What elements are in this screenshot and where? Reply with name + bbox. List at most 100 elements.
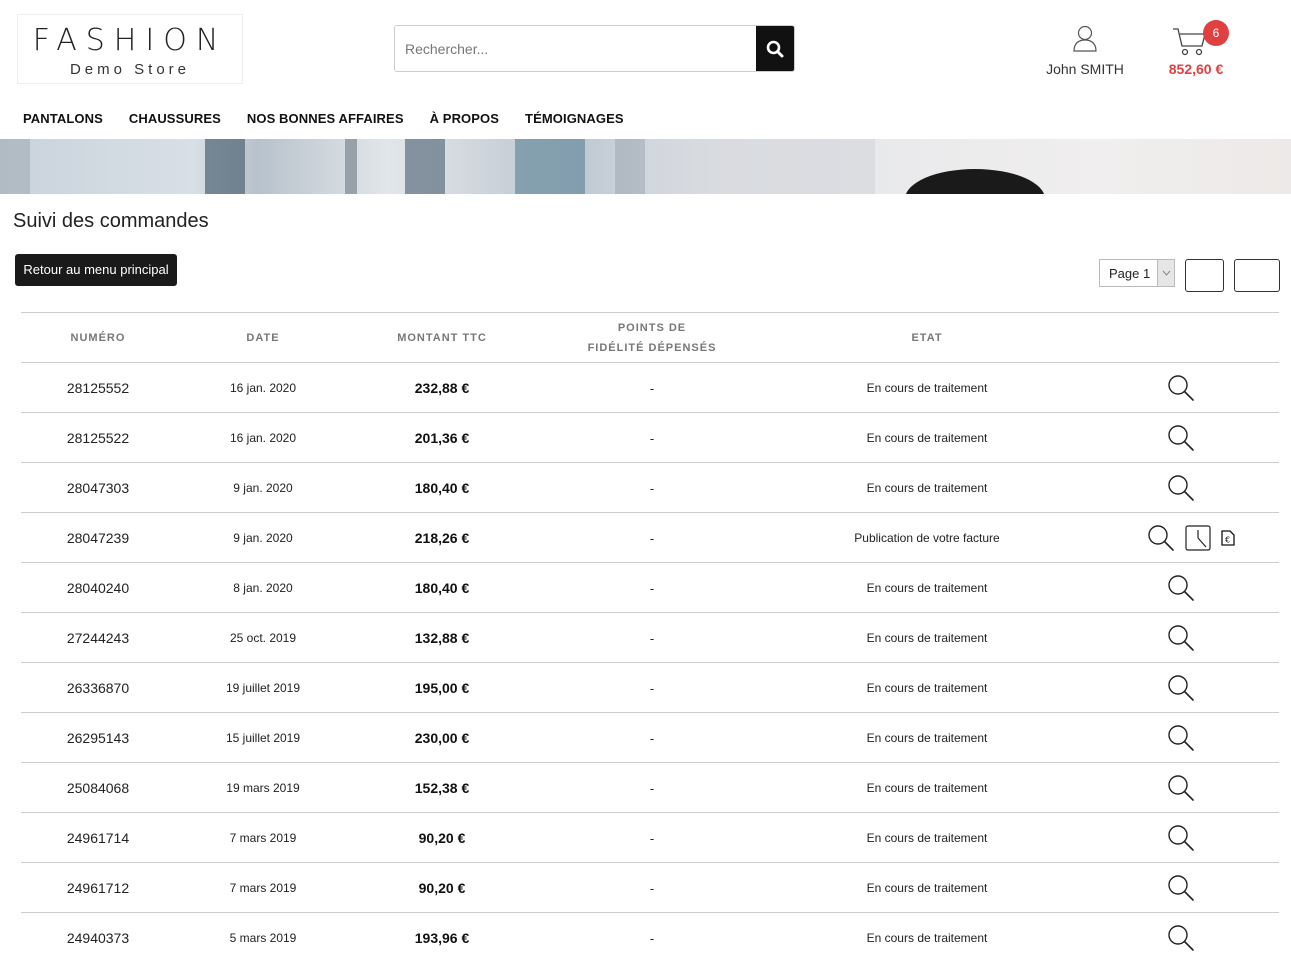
order-amount: 218,26 € [414,530,470,546]
table-row: 24961714 7 mars 2019 90,20 € - En cours … [21,813,1279,863]
hero-banner [0,139,1291,194]
order-amount: 195,00 € [414,680,470,696]
table-row: 28125552 16 jan. 2020 232,88 € - En cour… [21,363,1279,413]
search-icon [766,40,784,57]
table-row: 26295143 15 juillet 2019 230,00 € - En c… [21,713,1279,763]
magnifier-icon[interactable] [1167,674,1195,702]
magnifier-icon[interactable] [1167,474,1195,502]
order-number: 28125522 [66,430,130,446]
order-date: 19 juillet 2019 [225,681,301,695]
order-actions [1111,713,1251,763]
order-state: En cours de traitement [866,731,988,745]
clock-icon[interactable] [1185,525,1211,551]
order-number: 28125552 [66,380,130,396]
svg-text:€: € [1225,536,1230,545]
cart-count-badge: 6 [1203,20,1229,46]
order-state: En cours de traitement [866,931,988,945]
order-actions [1111,363,1251,413]
order-actions [1111,813,1251,863]
logo-sub-text: Demo Store [69,61,191,78]
order-state: En cours de traitement [866,831,988,845]
order-number: 28047303 [66,480,130,496]
magnifier-icon[interactable] [1167,824,1195,852]
magnifier-icon[interactable] [1167,924,1195,952]
magnifier-icon[interactable] [1167,374,1195,402]
order-number: 28040240 [66,580,130,596]
order-actions [1111,563,1251,613]
order-state: En cours de traitement [866,581,988,595]
order-points: - [649,730,655,746]
main-nav: PANTALONS CHAUSSURES NOS BONNES AFFAIRES… [23,111,650,126]
order-amount: 232,88 € [414,380,470,396]
order-date: 9 jan. 2020 [233,481,293,495]
order-number: 24961714 [66,830,130,846]
order-actions [1111,913,1251,959]
order-amount: 230,00 € [414,730,470,746]
user-name: John SMITH [1046,61,1124,77]
order-date: 5 mars 2019 [229,931,297,945]
table-row: 27244243 25 oct. 2019 132,88 € - En cour… [21,613,1279,663]
order-points: - [649,580,655,596]
order-points: - [649,630,655,646]
order-date: 16 jan. 2020 [229,431,297,445]
nav-item-pantalons[interactable]: PANTALONS [23,111,103,126]
magnifier-icon[interactable] [1167,624,1195,652]
magnifier-icon[interactable] [1167,774,1195,802]
order-date: 15 juillet 2019 [225,731,301,745]
magnifier-icon[interactable] [1167,874,1195,902]
user-account[interactable]: John SMITH [1040,24,1130,77]
table-row: 28125522 16 jan. 2020 201,36 € - En cour… [21,413,1279,463]
table-row: 25084068 19 mars 2019 152,38 € - En cour… [21,763,1279,813]
order-points: - [649,430,655,446]
invoice-icon[interactable]: € [1221,530,1235,546]
page-title: Suivi des commandes [13,210,209,232]
store-logo[interactable]: FASHION Demo Store [17,14,243,84]
order-points: - [649,880,655,896]
order-amount: 132,88 € [414,630,470,646]
order-date: 8 jan. 2020 [233,581,293,595]
order-points: - [649,930,655,946]
header-number: NUMÉRO [70,332,126,344]
table-row: 26336870 19 juillet 2019 195,00 € - En c… [21,663,1279,713]
prev-page-button[interactable] [1185,259,1224,292]
magnifier-icon[interactable] [1167,724,1195,752]
order-amount: 90,20 € [418,830,466,846]
magnifier-icon[interactable] [1147,524,1175,552]
order-state: En cours de traitement [866,681,988,695]
order-date: 19 mars 2019 [226,781,300,795]
order-actions: € [1131,513,1251,563]
order-points: - [649,480,655,496]
page-select[interactable]: Page 1 [1099,259,1175,287]
table-row: 28040240 8 jan. 2020 180,40 € - En cours… [21,563,1279,613]
nav-item-temoignages[interactable]: TÉMOIGNAGES [525,111,624,126]
header-points-line2: FIDÉLITÉ DÉPENSÉS [587,342,717,354]
table-row: 28047239 9 jan. 2020 218,26 € - Publicat… [21,513,1279,563]
search-input[interactable] [395,26,756,71]
nav-item-bonnes-affaires[interactable]: NOS BONNES AFFAIRES [247,111,404,126]
order-number: 26295143 [66,730,130,746]
order-points: - [649,380,655,396]
nav-item-chaussures[interactable]: CHAUSSURES [129,111,221,126]
chevron-down-icon [1157,260,1174,286]
table-header: NUMÉRO DATE MONTANT TTC POINTS DE FIDÉLIT… [21,313,1279,363]
table-row: 24961712 7 mars 2019 90,20 € - En cours … [21,863,1279,913]
search-button[interactable] [756,26,794,71]
order-state: En cours de traitement [866,481,988,495]
user-icon [1073,25,1097,52]
table-row: 24940373 5 mars 2019 193,96 € - En cours… [21,913,1279,959]
order-actions [1111,413,1251,463]
order-state: En cours de traitement [866,781,988,795]
order-actions [1111,463,1251,513]
order-amount: 193,96 € [414,930,470,946]
next-page-button[interactable] [1234,259,1280,292]
order-amount: 180,40 € [414,480,470,496]
nav-item-a-propos[interactable]: À PROPOS [430,111,499,126]
order-date: 9 jan. 2020 [233,531,293,545]
magnifier-icon[interactable] [1167,574,1195,602]
back-to-menu-button[interactable]: Retour au menu principal [15,254,177,286]
order-state: En cours de traitement [866,881,988,895]
order-number: 28047239 [66,530,130,546]
order-state: En cours de traitement [866,381,988,395]
cart-total: 852,60 € [1168,61,1224,77]
magnifier-icon[interactable] [1167,424,1195,452]
